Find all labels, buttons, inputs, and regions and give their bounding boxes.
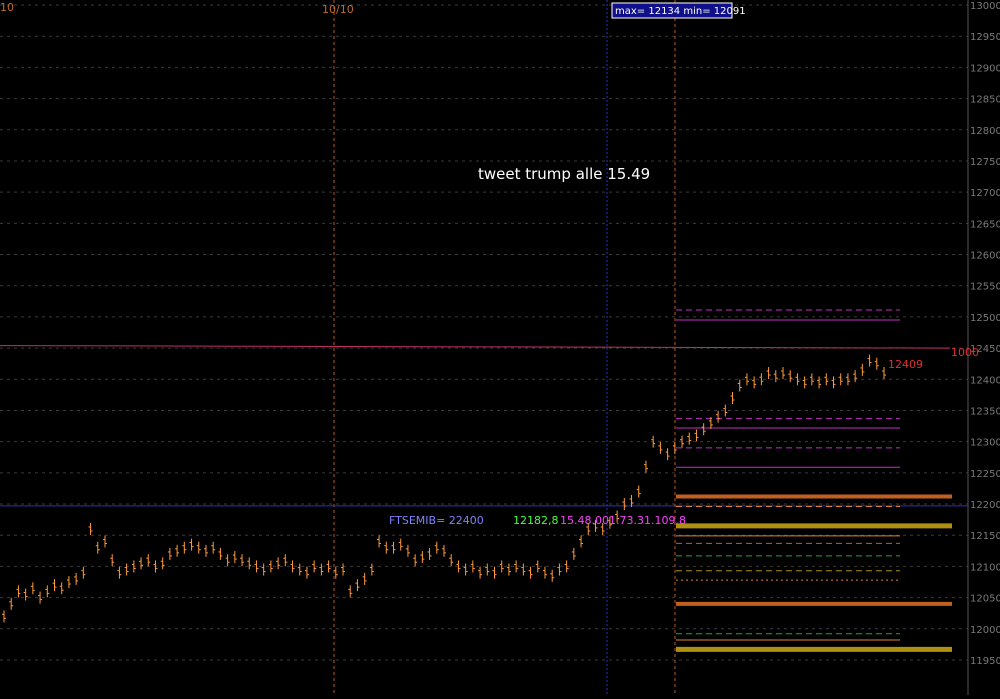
y-tick-label: 12300 — [970, 438, 1000, 449]
y-tick-label: 12650 — [970, 219, 1000, 230]
y-tick-label: 12750 — [970, 157, 1000, 168]
y-tick-label: 12350 — [970, 406, 1000, 417]
tweet-annotation: tweet trump alle 15.49 — [478, 165, 650, 183]
price-chart-svg: 13000 12950 12900 12850 12800 12750 12700 12650… — [0, 0, 1000, 695]
y-tick-label: 12200 — [970, 500, 1000, 511]
y-tick-label: 12950 — [970, 32, 1000, 43]
y-tick-label: 13000 — [970, 1, 1000, 12]
y-tick-label: 11950 — [970, 656, 1000, 667]
range-box-text: max= 12134 min= 12091 — [615, 6, 746, 17]
info-label: 15.48.00 — [560, 514, 609, 527]
y-tick-label: 12400 — [970, 375, 1000, 386]
y-tick-label: 12250 — [970, 469, 1000, 480]
y-tick-label: 12550 — [970, 282, 1000, 293]
y-tick-label: 12000 — [970, 625, 1000, 636]
y-tick-label: 12050 — [970, 594, 1000, 605]
y-tick-label: 12700 — [970, 188, 1000, 199]
y-tick-label: 12850 — [970, 95, 1000, 106]
y-tick-label: 12100 — [970, 562, 1000, 573]
info-label: FTSEMIB= 22400 — [389, 514, 484, 527]
left-date-label: 10 — [0, 1, 14, 14]
y-tick-label: 12900 — [970, 63, 1000, 74]
y-tick-label: 12800 — [970, 126, 1000, 137]
y-tick-label: 12600 — [970, 251, 1000, 262]
date-label: 10/10 — [322, 3, 354, 16]
y-tick-label: 12150 — [970, 531, 1000, 542]
y-tick-label: 12500 — [970, 313, 1000, 324]
last-price-label: 12409 — [888, 358, 923, 371]
ma-label: 1000 — [951, 346, 979, 359]
info-label: 12182,8 — [513, 514, 559, 527]
info-label: 1.73.31.109.8 — [609, 514, 686, 527]
chart: 13000 12950 12900 12850 12800 12750 12700 12650… — [0, 0, 1000, 695]
